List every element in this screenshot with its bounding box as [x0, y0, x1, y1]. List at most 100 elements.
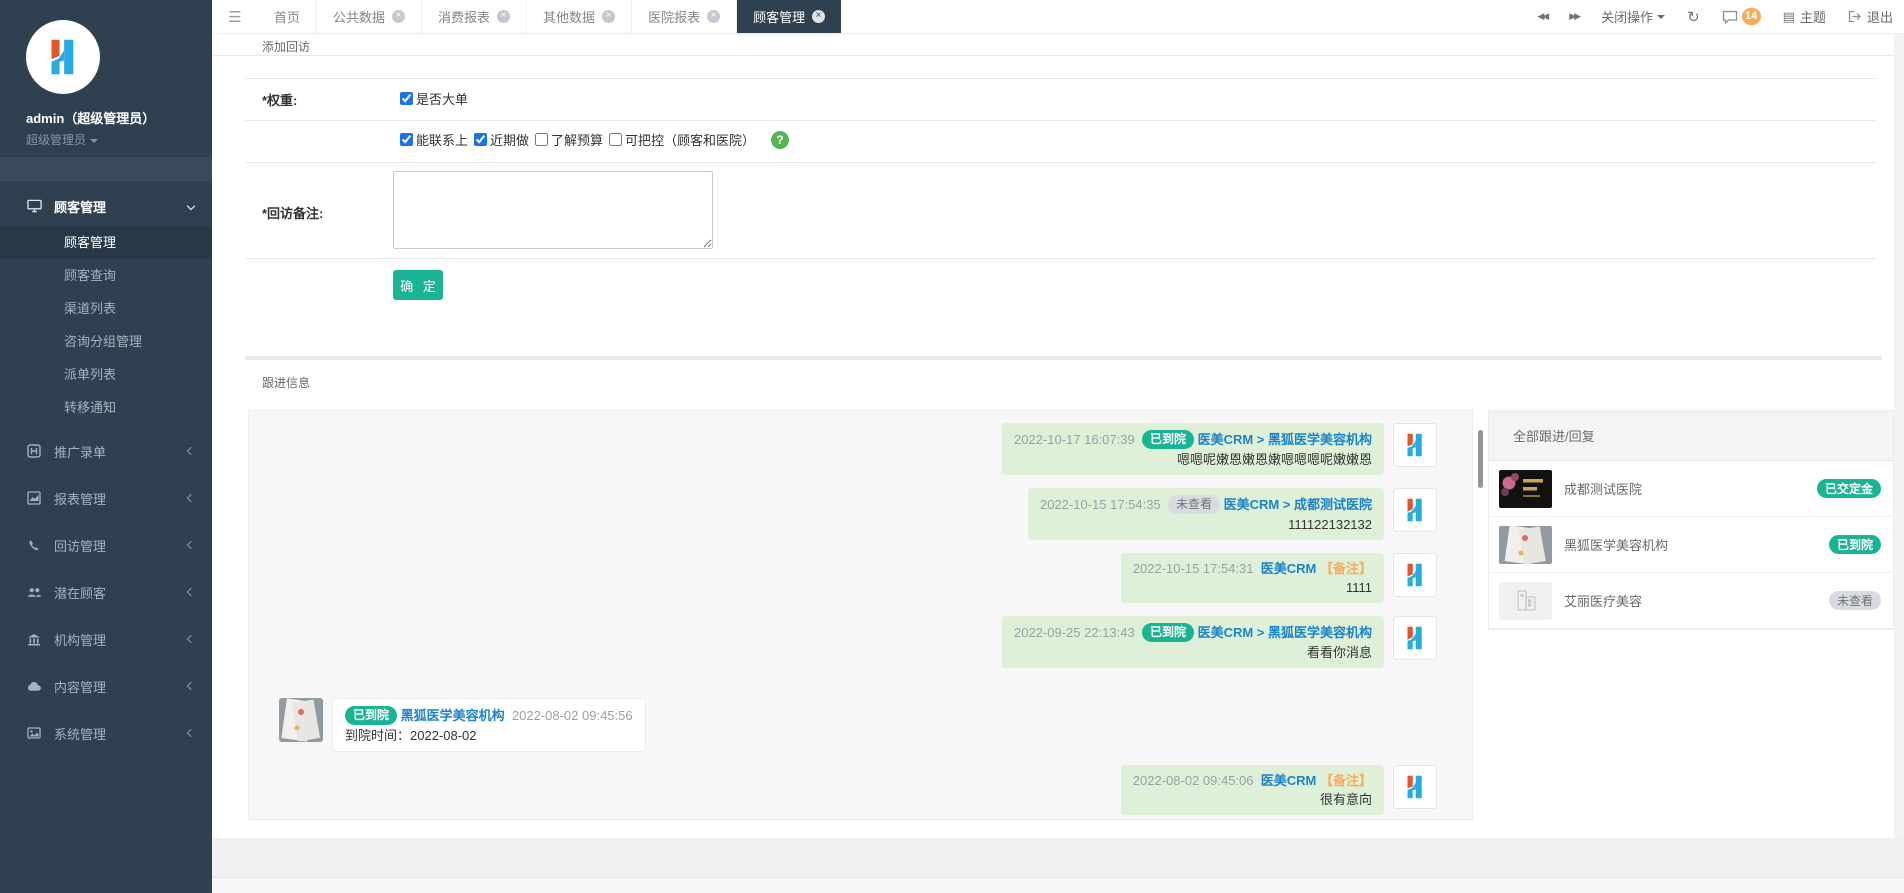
- sidebar-item-channel-list[interactable]: 渠道列表: [0, 292, 212, 325]
- divider: [245, 162, 1876, 163]
- tab-close-icon[interactable]: ×: [602, 10, 615, 23]
- sidebar-group-callback[interactable]: 回访管理: [0, 525, 212, 565]
- status-badge: 已交定金: [1817, 479, 1881, 498]
- sidebar-submenu-customer: 顾客管理 顾客查询 渠道列表 咨询分组管理 派单列表 转移通知: [0, 226, 212, 424]
- page-footer: [212, 877, 1904, 893]
- message-bubble[interactable]: 2022-08-02 09:45:06 医美CRM 【备注】 很有意向: [1121, 765, 1384, 815]
- org-link[interactable]: 医美CRM > 成都测试医院: [1224, 497, 1372, 512]
- crm-avatar: [1393, 553, 1437, 597]
- message-bubble[interactable]: 2022-10-15 17:54:31 医美CRM 【备注】 1111: [1121, 553, 1384, 603]
- sidebar-group-content[interactable]: 内容管理: [0, 666, 212, 706]
- note-tag: 【备注】: [1320, 561, 1372, 576]
- crm-avatar: [1393, 765, 1437, 809]
- sidebar-group-potential[interactable]: 潜在顾客: [0, 572, 212, 612]
- section-divider: [245, 356, 1882, 360]
- tab-close-icon[interactable]: ×: [392, 10, 405, 23]
- topbar-actions: ◀◀ ▶▶ 关闭操作 ↻ 14 ▤主题 退出: [1526, 0, 1904, 33]
- crm-app: admin（超级管理员） 超级管理员 顾客管理 顾客管理 顾客查询 渠道列表 咨…: [0, 0, 1904, 893]
- message-bubble[interactable]: 已到院 黑狐医学美容机构 2022-08-02 09:45:56 到院时间：20…: [332, 698, 646, 752]
- sidebar-menu: 顾客管理 顾客管理 顾客查询 渠道列表 咨询分组管理 派单列表 转移通知 推广录…: [0, 186, 212, 753]
- status-badge: 已到院: [1142, 623, 1194, 642]
- sidebar-group-reports[interactable]: 报表管理: [0, 478, 212, 518]
- brand-h-logo-icon: [1400, 623, 1430, 653]
- crm-avatar: [1393, 423, 1437, 467]
- chevron-left-icon: [187, 729, 195, 737]
- scroll-tabs-right-button[interactable]: ▶▶: [1558, 0, 1590, 34]
- remark-label: *回访备注:: [262, 203, 323, 222]
- reply-panel: 全部跟进/回复 成都测试医院 已交定金 黑狐医学美容机构 已到院 艾丽: [1488, 410, 1894, 630]
- chevron-left-icon: [187, 494, 195, 502]
- theme-button[interactable]: ▤主题: [1772, 0, 1837, 34]
- hamburger-icon: ☰: [228, 8, 241, 26]
- note-tag: 【备注】: [1320, 773, 1372, 788]
- tab-public-data[interactable]: 公共数据×: [317, 0, 422, 33]
- topbar: ☰ 首页 公共数据× 消费报表× 其他数据× 医院报表× 顾客管理× ◀◀ ▶▶…: [212, 0, 1904, 34]
- brand-h-logo-icon: [1400, 495, 1430, 525]
- brand-h-logo-icon: [1400, 772, 1430, 802]
- big-order-label: 是否大单: [416, 89, 468, 108]
- org-link[interactable]: 医美CRM: [1261, 773, 1317, 788]
- sidebar-group-customer[interactable]: 顾客管理: [0, 186, 212, 226]
- recent-do-checkbox[interactable]: [474, 133, 487, 146]
- callback-remark-textarea[interactable]: [393, 171, 713, 249]
- tab-close-icon[interactable]: ×: [497, 10, 510, 23]
- message-bubble[interactable]: 2022-10-15 17:54:35 未查看 医美CRM > 成都测试医院 1…: [1028, 488, 1384, 540]
- tab-other-data[interactable]: 其他数据×: [527, 0, 632, 33]
- chart-icon: [26, 490, 42, 506]
- reply-item-blackfox[interactable]: 黑狐医学美容机构 已到院: [1489, 517, 1893, 573]
- tab-hospital-report[interactable]: 医院报表×: [632, 0, 737, 33]
- sidebar-item-dispatch-list[interactable]: 派单列表: [0, 358, 212, 391]
- chat-scrollbar-thumb[interactable]: [1478, 430, 1483, 488]
- reply-item-chengdu[interactable]: 成都测试医院 已交定金: [1489, 461, 1893, 517]
- cloud-icon: [26, 678, 42, 694]
- reachable-checkbox[interactable]: [400, 133, 413, 146]
- message-row: 2022-09-25 22:13:43 已到院 医美CRM > 黑狐医学美容机构…: [279, 616, 1437, 668]
- sidebar-group-institution[interactable]: 机构管理: [0, 619, 212, 659]
- reply-item-aili[interactable]: 艾丽医疗美容 未查看: [1489, 573, 1893, 629]
- tab-close-icon[interactable]: ×: [707, 10, 720, 23]
- org-link[interactable]: 医美CRM > 黑狐医学美容机构: [1198, 625, 1372, 640]
- logout-button[interactable]: 退出: [1837, 0, 1904, 34]
- message-bubble[interactable]: 2022-09-25 22:13:43 已到院 医美CRM > 黑狐医学美容机构…: [1002, 616, 1384, 668]
- org-link[interactable]: 医美CRM > 黑狐医学美容机构: [1198, 432, 1372, 447]
- sidebar-group-system[interactable]: 系统管理: [0, 713, 212, 753]
- double-left-arrow-icon: ◀◀: [1537, 11, 1547, 22]
- crm-avatar: [1393, 616, 1437, 660]
- crm-avatar: [1393, 488, 1437, 532]
- sidebar-item-customer-query[interactable]: 顾客查询: [0, 259, 212, 292]
- chevron-left-icon: [187, 588, 195, 596]
- followup-message-list[interactable]: 2022-10-17 16:07:39 已到院 医美CRM > 黑狐医学美容机构…: [248, 410, 1473, 820]
- message-count-badge: 14: [1742, 8, 1761, 25]
- tab-home[interactable]: 首页: [258, 0, 317, 33]
- big-order-checkbox[interactable]: [400, 92, 413, 105]
- scroll-tabs-left-button[interactable]: ◀◀: [1526, 0, 1558, 34]
- controllable-checkbox[interactable]: [609, 133, 622, 146]
- weight-field: 是否大单: [400, 89, 468, 108]
- status-badge: 已到院: [1142, 430, 1194, 449]
- refresh-button[interactable]: ↻: [1676, 0, 1711, 34]
- sidebar-group-promo[interactable]: 推广录单: [0, 431, 212, 471]
- message-bubble[interactable]: 2022-10-17 16:07:39 已到院 医美CRM > 黑狐医学美容机构…: [1002, 423, 1384, 475]
- help-icon[interactable]: ?: [771, 131, 789, 149]
- sidebar-item-customer-manage[interactable]: 顾客管理: [0, 226, 212, 259]
- sidebar-item-consult-group[interactable]: 咨询分组管理: [0, 325, 212, 358]
- h-square-icon: [26, 443, 42, 459]
- messages-button[interactable]: 14: [1711, 0, 1772, 34]
- sidebar: admin（超级管理员） 超级管理员 顾客管理 顾客管理 顾客查询 渠道列表 咨…: [0, 0, 212, 893]
- brand-h-logo-icon: [1400, 430, 1430, 460]
- sidebar-item-transfer-notice[interactable]: 转移通知: [0, 391, 212, 424]
- know-budget-checkbox[interactable]: [535, 133, 548, 146]
- divider: [245, 78, 1876, 79]
- close-operations-dropdown[interactable]: 关闭操作: [1590, 0, 1676, 34]
- tab-customer-manage[interactable]: 顾客管理×: [737, 0, 841, 33]
- menu-toggle-button[interactable]: ☰: [212, 0, 258, 33]
- message-row: 2022-08-02 09:45:06 医美CRM 【备注】 很有意向: [279, 765, 1437, 815]
- user-role-dropdown[interactable]: 超级管理员: [26, 131, 212, 148]
- tab-close-icon[interactable]: ×: [812, 10, 825, 23]
- chevron-left-icon: [187, 682, 195, 690]
- org-link[interactable]: 医美CRM: [1261, 561, 1317, 576]
- org-link[interactable]: 黑狐医学美容机构: [401, 708, 505, 723]
- avatar[interactable]: [26, 20, 100, 94]
- confirm-button[interactable]: 确 定: [393, 270, 443, 300]
- tab-consume-report[interactable]: 消费报表×: [422, 0, 527, 33]
